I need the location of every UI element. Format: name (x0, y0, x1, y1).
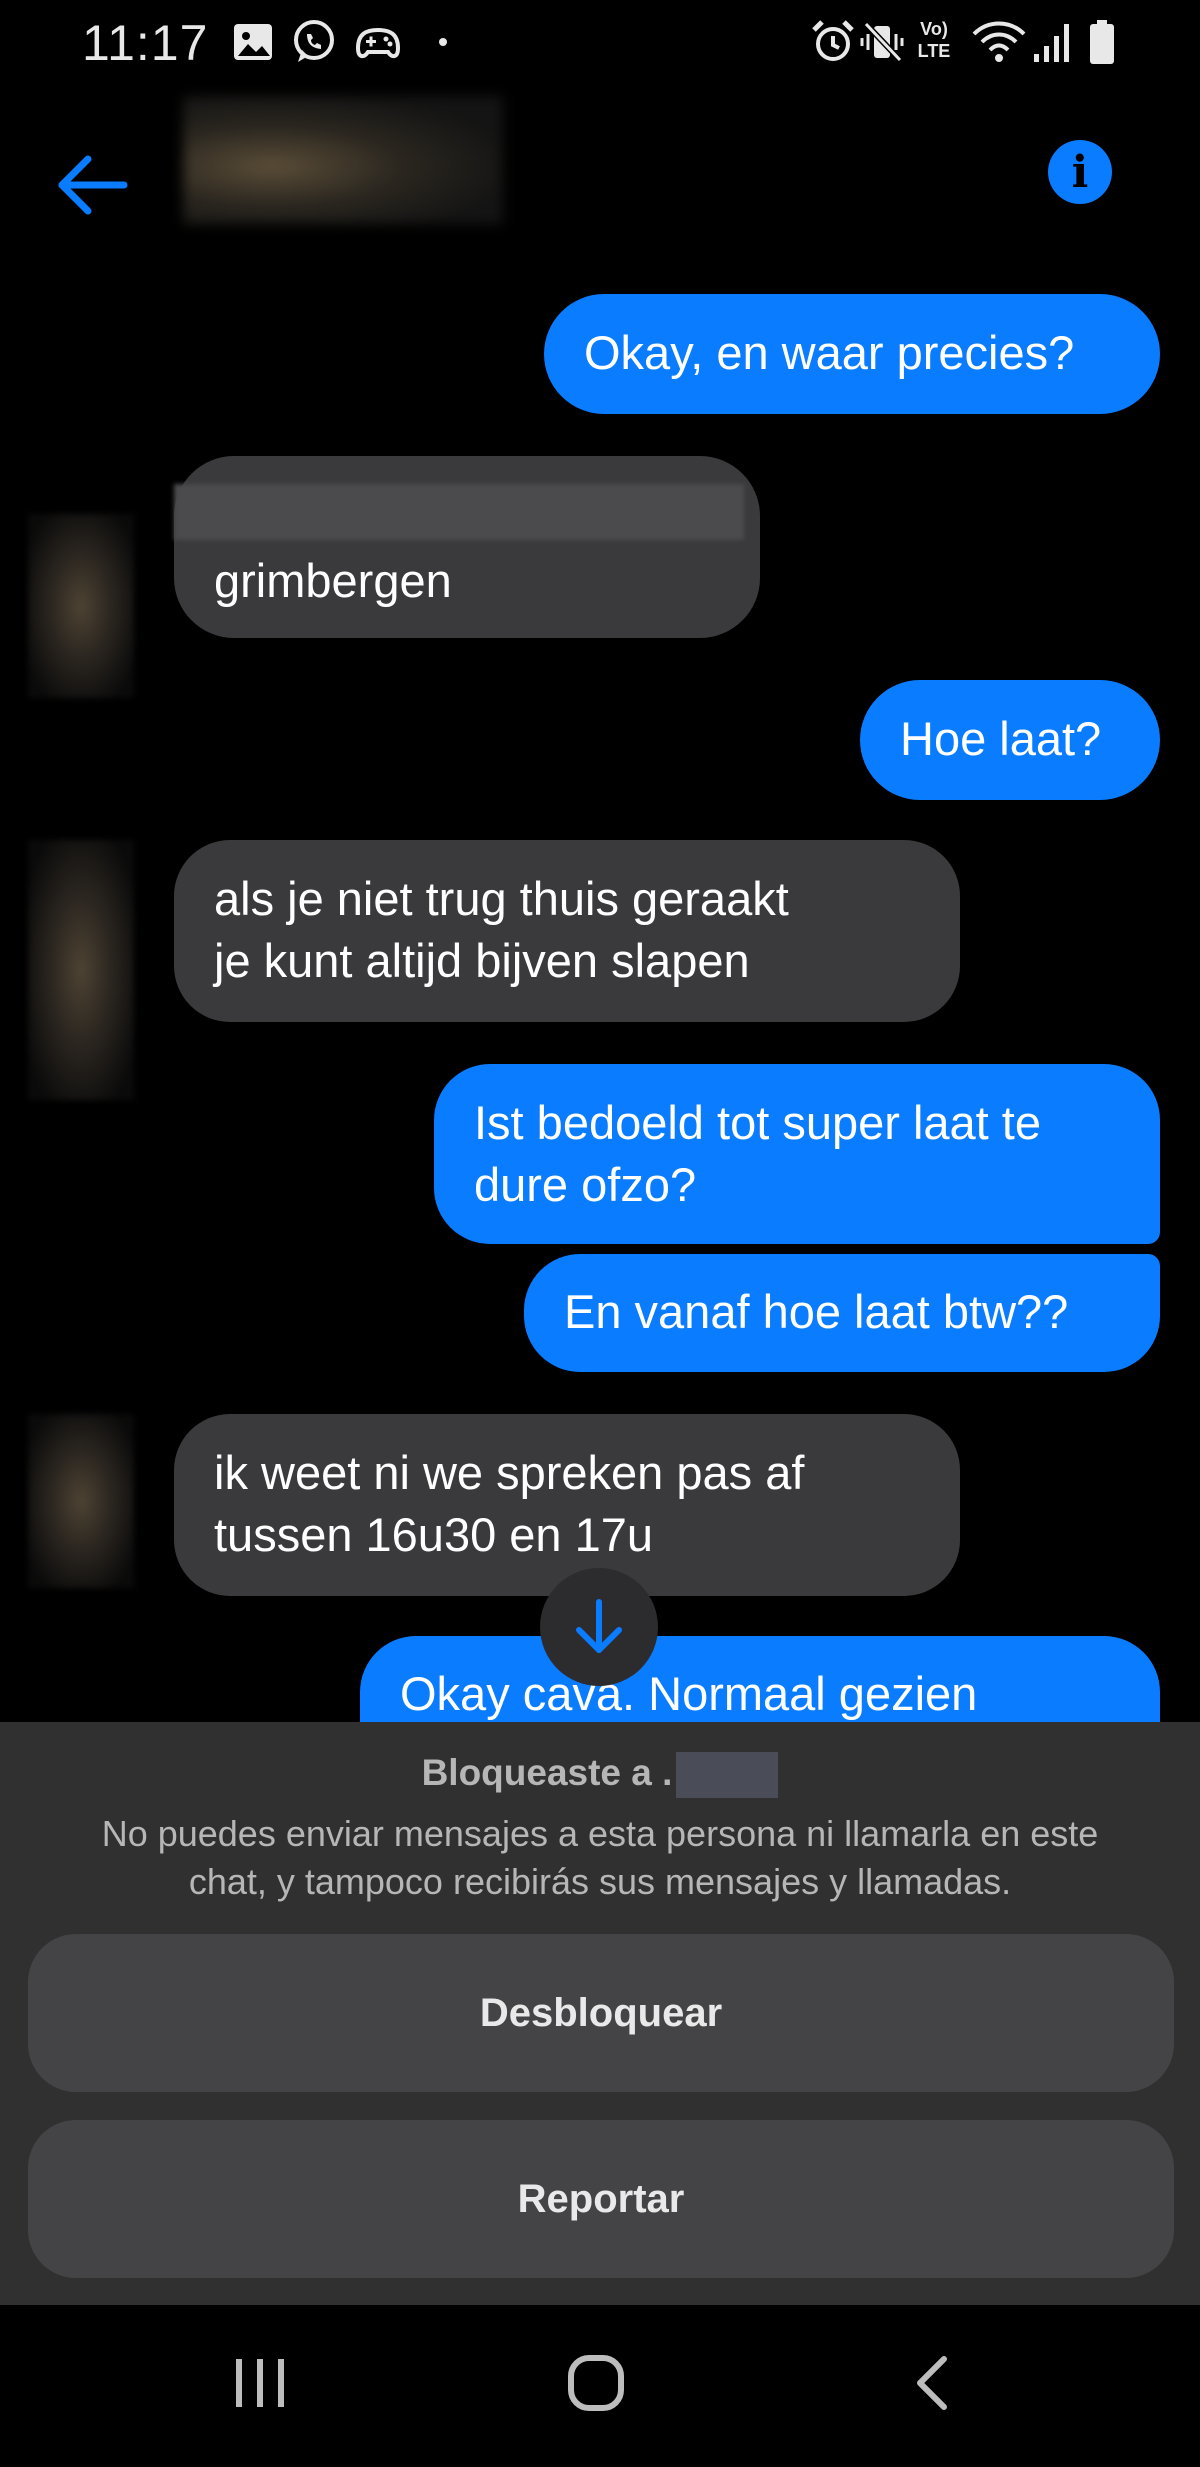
report-button[interactable]: Reportar (28, 2120, 1174, 2278)
blocked-description: No puedes enviar mensajes a esta persona… (101, 1813, 1099, 1902)
name-redacted (676, 1752, 779, 1799)
message-incoming[interactable]: ik weet ni we spreken pas af tussen 16u3… (174, 1414, 960, 1596)
status-bar: 11:17 Vo) LTE (0, 0, 1200, 84)
chat-header: i (0, 84, 1200, 274)
back-nav-icon[interactable] (910, 2353, 954, 2413)
avatar[interactable] (28, 1414, 134, 1588)
redacted-text (174, 484, 744, 540)
volte-icon: Vo) LTE (917, 19, 951, 61)
recent-apps-icon[interactable] (232, 2353, 288, 2413)
alarm-icon (812, 20, 854, 61)
navigation-bar (0, 2305, 1200, 2467)
message-outgoing[interactable]: En vanaf hoe laat btw?? (524, 1254, 1160, 1372)
status-time: 11:17 (82, 15, 209, 71)
message-incoming[interactable]: als je niet trug thuis geraakt je kunt a… (174, 840, 960, 1022)
image-icon (234, 24, 272, 60)
signal-icon (1034, 24, 1069, 62)
contact-name-redacted[interactable] (183, 96, 503, 224)
message-outgoing[interactable]: Okay, en waar precies? (544, 294, 1160, 414)
wifi-icon (972, 21, 1026, 62)
blocked-title: Bloqueaste a . (0, 1752, 1200, 1799)
dot-icon (439, 38, 447, 46)
avatar[interactable] (28, 514, 134, 698)
arrow-down-icon (576, 1599, 622, 1653)
avatar[interactable] (28, 840, 134, 1100)
message-outgoing[interactable]: Ist bedoeld tot super laat te dure ofzo? (434, 1064, 1160, 1244)
message-outgoing[interactable]: Hoe laat? (860, 680, 1160, 800)
scroll-to-bottom-button[interactable] (540, 1568, 658, 1686)
unblock-button[interactable]: Desbloquear (28, 1934, 1174, 2092)
back-button[interactable] (52, 142, 138, 228)
info-button[interactable]: i (1048, 140, 1112, 204)
battery-icon (1090, 20, 1114, 64)
home-icon[interactable] (566, 2353, 626, 2413)
vibrate-icon (860, 21, 904, 63)
message-incoming[interactable]: grimbergen (174, 456, 760, 638)
info-icon: i (1071, 146, 1089, 198)
whatsapp-icon (294, 20, 334, 62)
gamepad-icon (355, 27, 401, 59)
